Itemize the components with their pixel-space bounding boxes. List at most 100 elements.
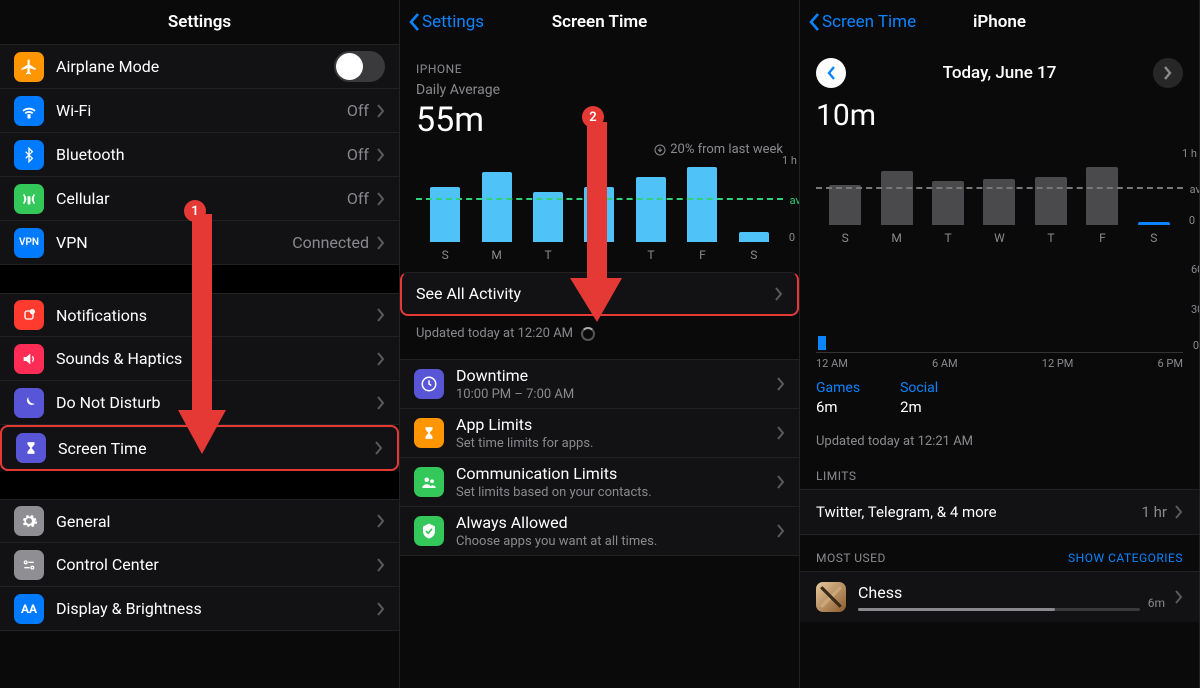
chevron-right-icon: [777, 426, 785, 440]
row-label: Control Center: [56, 555, 159, 574]
day-label: S: [1150, 231, 1157, 245]
bar-column: M: [871, 171, 921, 245]
row-cellular[interactable]: Cellular Off: [0, 177, 399, 221]
wifi-icon: [14, 96, 44, 126]
axis-30m: 30m: [1191, 303, 1200, 316]
header: Settings: [0, 0, 399, 44]
header: Screen Time iPhone: [800, 0, 1199, 44]
weekly-chart: 1 h 0 avg SMTWTFS: [416, 152, 783, 262]
row-sounds[interactable]: Sounds & Haptics: [0, 337, 399, 381]
limit-label: Twitter, Telegram, & 4 more: [816, 503, 997, 521]
header-title: iPhone: [973, 12, 1026, 32]
chevron-right-icon: [377, 396, 385, 410]
row-label: Notifications: [56, 306, 147, 325]
bar: [829, 185, 861, 225]
panel-iphone-detail: Screen Time iPhone Today, June 17 10m 1 …: [800, 0, 1200, 688]
row-control-center[interactable]: Control Center: [0, 543, 399, 587]
row-display[interactable]: AA Display & Brightness: [0, 587, 399, 631]
axis-0: 0: [1193, 339, 1199, 352]
limit-value: 1 hr: [1142, 503, 1168, 521]
communication-limits-icon: [414, 467, 444, 497]
avg-line: [416, 198, 783, 200]
avg-line: [816, 187, 1183, 189]
row-downtime[interactable]: Downtime 10:00 PM – 7:00 AM: [400, 359, 799, 409]
updated-timestamp: Updated today at 12:20 AM: [400, 316, 799, 351]
bar: [881, 171, 913, 225]
bar-column: T: [626, 177, 676, 262]
row-app-limits[interactable]: App Limits Set time limits for apps.: [400, 409, 799, 458]
day-label: W: [994, 231, 1005, 245]
day-label: T: [647, 248, 654, 262]
row-app-chess[interactable]: Chess 6m: [800, 571, 1199, 622]
app-limits-icon: [414, 418, 444, 448]
chevron-right-icon: [375, 441, 383, 455]
cellular-icon: [14, 184, 44, 214]
row-dnd[interactable]: Do Not Disturb: [0, 381, 399, 425]
row-label: See All Activity: [416, 284, 521, 303]
row-wifi[interactable]: Wi-Fi Off: [0, 89, 399, 133]
category-name: Games: [816, 380, 860, 396]
time-label: 6 PM: [1158, 357, 1183, 370]
date-label: Today, June 17: [943, 63, 1057, 83]
row-label: Airplane Mode: [56, 57, 159, 76]
row-vpn[interactable]: VPN VPN Connected: [0, 221, 399, 265]
category-name: Social: [900, 380, 938, 396]
chevron-right-icon: [377, 236, 385, 250]
back-label: Settings: [422, 12, 484, 32]
row-communication-limits[interactable]: Communication Limits Set limits based on…: [400, 458, 799, 507]
category-social[interactable]: Social 2m: [900, 380, 938, 416]
bar-column: T: [523, 192, 573, 262]
chess-app-icon: [816, 582, 846, 612]
bar-column: S: [729, 232, 779, 262]
row-notifications[interactable]: Notifications: [0, 293, 399, 337]
time-axis: 12 AM6 AM12 PM6 PM: [816, 357, 1183, 370]
updated-timestamp: Updated today at 12:21 AM: [800, 420, 1199, 459]
row-label: Sounds & Haptics: [56, 349, 182, 368]
time-label: 6 AM: [932, 357, 958, 370]
vpn-icon: VPN: [14, 228, 44, 258]
always-allowed-icon: [414, 516, 444, 546]
next-day-button[interactable]: [1153, 58, 1183, 88]
moon-icon: [14, 388, 44, 418]
row-limit-item[interactable]: Twitter, Telegram, & 4 more 1 hr: [800, 489, 1199, 535]
row-bluetooth[interactable]: Bluetooth Off: [0, 133, 399, 177]
row-always-allowed[interactable]: Always Allowed Choose apps you want at a…: [400, 507, 799, 556]
panel-screen-time: Settings Screen Time IPHONE Daily Averag…: [400, 0, 800, 688]
row-see-all-activity[interactable]: See All Activity: [400, 272, 799, 316]
section-most-used: MOST USED: [816, 551, 886, 565]
chevron-right-icon: [777, 475, 785, 489]
spinner-icon: [581, 327, 595, 341]
avg-label-marker: avg: [1190, 183, 1200, 196]
category-value: 2m: [900, 398, 938, 416]
bar: [636, 177, 666, 242]
back-button[interactable]: Settings: [408, 12, 484, 32]
row-airplane-mode[interactable]: Airplane Mode: [0, 44, 399, 89]
day-label: T: [944, 231, 951, 245]
chevron-right-icon: [377, 192, 385, 206]
section-limits: LIMITS: [800, 459, 1199, 489]
row-screen-time[interactable]: Screen Time: [0, 425, 399, 471]
row-general[interactable]: General: [0, 499, 399, 543]
control-center-icon: [14, 550, 44, 580]
axis-label: 1 h: [1182, 147, 1197, 160]
sounds-icon: [14, 344, 44, 374]
show-categories-link[interactable]: SHOW CATEGORIES: [1068, 551, 1183, 565]
category-value: 6m: [816, 398, 860, 416]
airplane-icon: [14, 52, 44, 82]
back-label: Screen Time: [822, 12, 916, 32]
day-label: W: [594, 248, 605, 262]
back-button[interactable]: Screen Time: [808, 12, 916, 32]
axis-60m: 60m: [1191, 263, 1200, 276]
prev-day-button[interactable]: [816, 58, 846, 88]
row-value: Connected: [292, 233, 369, 252]
chevron-right-icon: [377, 558, 385, 572]
category-games[interactable]: Games 6m: [816, 380, 860, 416]
row-label: Screen Time: [58, 439, 147, 458]
bar-column: T: [923, 181, 973, 245]
chevron-right-icon: [1175, 590, 1183, 604]
bar: [1138, 222, 1170, 225]
row-label: Communication Limits: [456, 464, 777, 483]
chevron-right-icon: [377, 602, 385, 616]
axis-label-1h: 1 h: [782, 154, 797, 167]
airplane-toggle[interactable]: [334, 51, 385, 82]
